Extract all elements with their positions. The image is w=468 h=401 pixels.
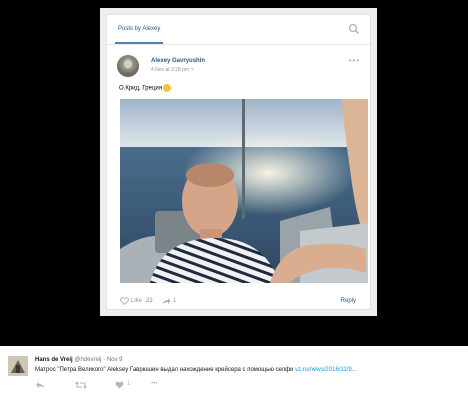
share-icon[interactable] bbox=[162, 297, 171, 305]
post-date[interactable]: 4 Nov at 2:28 pm ✎ bbox=[151, 67, 195, 73]
post-text: О.Крид, Греция bbox=[119, 84, 171, 92]
tweet: Hans de Vreij @hdevreij · Nov 9 Матрос "… bbox=[0, 346, 468, 401]
post-text-content: О.Крид, Греция bbox=[119, 85, 162, 92]
share-count[interactable]: 1 bbox=[173, 298, 176, 304]
post-card: Posts by Alexey Alexey Gavryushin 4 Nov … bbox=[106, 14, 371, 310]
tab-posts[interactable]: Posts by Alexey bbox=[115, 15, 164, 44]
reply-icon[interactable] bbox=[35, 381, 45, 389]
selfie-photo[interactable] bbox=[120, 99, 368, 283]
tweet-separator: · bbox=[103, 357, 106, 363]
like-label[interactable]: Like bbox=[131, 298, 142, 304]
smile-emoji bbox=[162, 84, 171, 92]
retweet-icon[interactable] bbox=[75, 381, 87, 389]
tweet-date[interactable]: Nov 9 bbox=[107, 357, 123, 363]
tweet-link[interactable]: vz.ru/news/2016/11/9… bbox=[295, 367, 358, 373]
tweet-actions: 1 ••• bbox=[35, 380, 195, 390]
reply-button[interactable]: Reply bbox=[341, 298, 356, 304]
like-icon[interactable] bbox=[115, 381, 124, 389]
tweet-handle[interactable]: @hdevreij bbox=[74, 357, 101, 363]
tweet-like-count[interactable]: 1 bbox=[127, 381, 130, 387]
heart-icon[interactable] bbox=[120, 297, 129, 305]
edit-icon: ✎ bbox=[190, 67, 195, 73]
post-header: Alexey Gavryushin 4 Nov at 2:28 pm ✎ ••• bbox=[117, 55, 362, 83]
card-header: Posts by Alexey bbox=[107, 15, 370, 45]
tweet-avatar[interactable] bbox=[8, 356, 28, 376]
more-options-icon[interactable]: ••• bbox=[349, 56, 360, 65]
tweet-author[interactable]: Hans de Vreij bbox=[35, 357, 73, 363]
post-footer: Like 22 1 Reply bbox=[107, 293, 370, 311]
post-date-text[interactable]: 4 Nov at 2:28 pm bbox=[151, 67, 189, 73]
search-icon[interactable] bbox=[348, 23, 360, 35]
author-name[interactable]: Alexey Gavryushin bbox=[151, 58, 205, 64]
more-icon[interactable]: ••• bbox=[151, 381, 157, 387]
tweet-text: Матрос "Петра Великого" Aleksey Гаврюшин… bbox=[35, 367, 358, 373]
tweet-text-content: Матрос "Петра Великого" Aleksey Гаврюшин… bbox=[35, 367, 294, 373]
avatar[interactable] bbox=[117, 55, 139, 77]
vk-embed: Posts by Alexey Alexey Gavryushin 4 Nov … bbox=[100, 8, 377, 316]
like-count[interactable]: 22 bbox=[146, 298, 153, 304]
tweet-header: Hans de Vreij @hdevreij · Nov 9 bbox=[35, 357, 123, 363]
